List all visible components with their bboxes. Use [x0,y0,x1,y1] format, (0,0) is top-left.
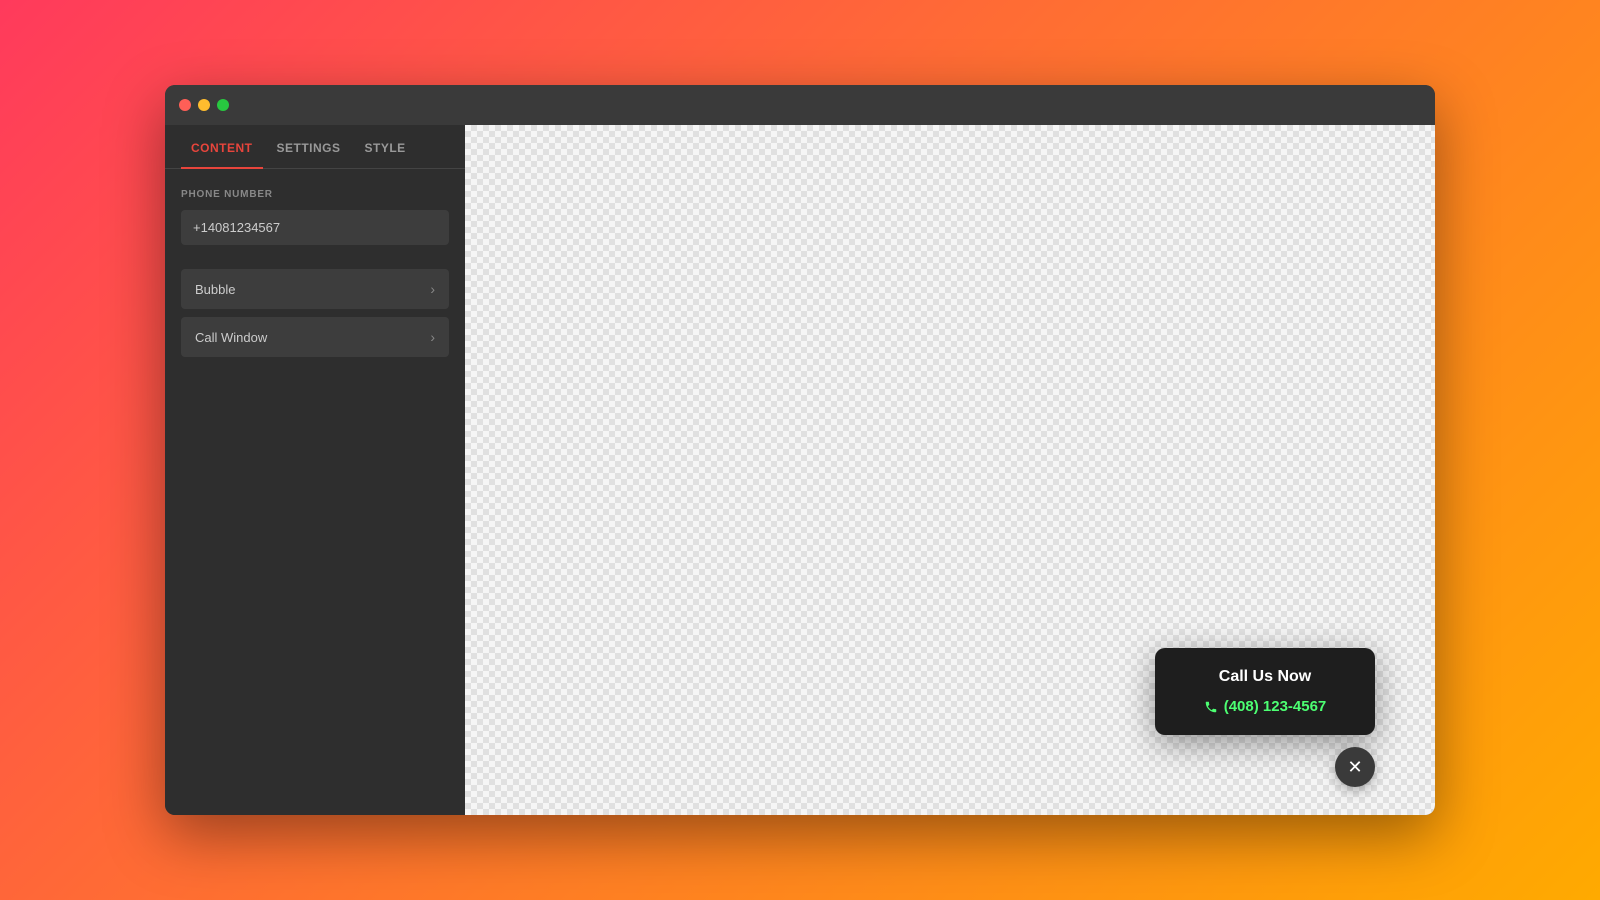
chevron-right-icon: › [430,281,435,297]
tab-bar: CONTENT SETTINGS STYLE [165,125,465,169]
bubble-list-item[interactable]: Bubble › [181,269,449,309]
call-window-label: Call Window [195,330,267,345]
tab-content[interactable]: CONTENT [181,125,263,169]
minimize-button[interactable] [198,99,210,111]
sidebar-content: PHONE NUMBER Bubble › Call Window › [165,169,465,815]
window-body: CONTENT SETTINGS STYLE PHONE NUMBER Bubb… [165,125,1435,815]
tab-style[interactable]: STYLE [355,125,416,169]
call-widget-phone[interactable]: (408) 123-4567 [1183,698,1347,715]
call-widget: Call Us Now (408) 123-4567 [1155,648,1375,735]
phone-number-display: (408) 123-4567 [1224,698,1327,715]
tab-settings[interactable]: SETTINGS [267,125,351,169]
traffic-lights [179,99,229,111]
bubble-label: Bubble [195,282,235,297]
close-widget-button[interactable]: ✕ [1335,747,1375,787]
phone-number-input[interactable] [181,210,449,245]
preview-area: Call Us Now (408) 123-4567 ✕ [465,125,1435,815]
call-widget-title: Call Us Now [1183,668,1347,686]
title-bar [165,85,1435,125]
fullscreen-button[interactable] [217,99,229,111]
close-button[interactable] [179,99,191,111]
app-window: CONTENT SETTINGS STYLE PHONE NUMBER Bubb… [165,85,1435,815]
sidebar: CONTENT SETTINGS STYLE PHONE NUMBER Bubb… [165,125,465,815]
call-window-list-item[interactable]: Call Window › [181,317,449,357]
phone-icon [1204,700,1218,714]
chevron-right-icon: › [430,329,435,345]
phone-number-label: PHONE NUMBER [181,189,449,200]
